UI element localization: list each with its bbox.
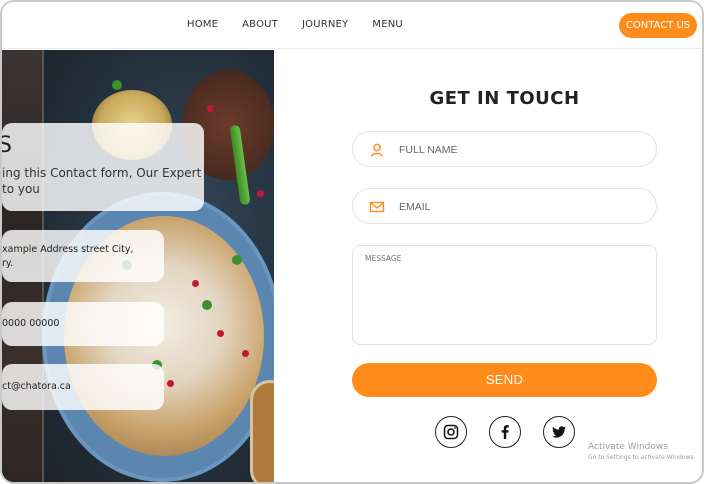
watermark-subtitle: Go to Settings to activate Windows.	[588, 454, 696, 461]
email-field[interactable]	[352, 188, 657, 224]
email-card: ct@chatora.ca	[2, 364, 164, 410]
photo-pomegranate	[242, 350, 249, 357]
twitter-icon	[552, 426, 566, 438]
photo-herb	[232, 255, 242, 265]
address-card: xample Address street City, ry.	[2, 230, 164, 282]
send-button[interactable]: SEND	[352, 363, 657, 397]
photo-pomegranate	[217, 330, 224, 337]
photo-herb	[112, 80, 122, 90]
instagram-button[interactable]	[435, 416, 467, 448]
user-icon	[370, 143, 384, 157]
top-nav: HOME ABOUT JOURNEY MENU CONTACT US	[2, 2, 702, 49]
photo-pomegranate	[167, 380, 174, 387]
contact-intro-card: S ing this Contact form, Our Expert to y…	[2, 123, 204, 211]
nav-journey-link[interactable]: JOURNEY	[302, 19, 348, 30]
full-name-input[interactable]	[399, 141, 639, 159]
email-text: ct@chatora.ca	[2, 381, 71, 392]
nav-links: HOME ABOUT JOURNEY MENU	[187, 19, 403, 30]
nav-about-link[interactable]: ABOUT	[242, 19, 278, 30]
phone-text: 0000 00000	[2, 318, 60, 329]
intro-description: ing this Contact form, Our Expert to you	[2, 166, 202, 196]
twitter-button[interactable]	[543, 416, 575, 448]
facebook-icon	[501, 425, 509, 439]
envelope-icon	[369, 201, 385, 213]
email-input[interactable]	[399, 198, 639, 216]
message-field[interactable]	[352, 245, 657, 345]
instagram-icon	[443, 424, 459, 440]
contact-us-button[interactable]: CONTACT US	[619, 13, 697, 38]
intro-title: S	[2, 133, 12, 158]
watermark-title: Activate Windows	[588, 442, 668, 452]
form-title: GET IN TOUCH	[429, 88, 580, 109]
message-textarea[interactable]	[365, 254, 645, 338]
photo-herb	[202, 300, 212, 310]
activate-windows-watermark: Activate Windows Go to Settings to activ…	[588, 442, 695, 461]
facebook-button[interactable]	[489, 416, 521, 448]
photo-cup	[250, 380, 274, 482]
photo-pomegranate	[257, 190, 264, 197]
nav-home-link[interactable]: HOME	[187, 19, 218, 30]
page-frame: HOME ABOUT JOURNEY MENU CONTACT US S ing…	[0, 0, 704, 484]
full-name-field[interactable]	[352, 131, 657, 167]
photo-pomegranate	[207, 105, 214, 112]
nav-menu-link[interactable]: MENU	[372, 19, 403, 30]
address-text: xample Address street City, ry.	[2, 244, 134, 269]
phone-card: 0000 00000	[2, 302, 164, 346]
photo-pomegranate	[192, 280, 199, 287]
